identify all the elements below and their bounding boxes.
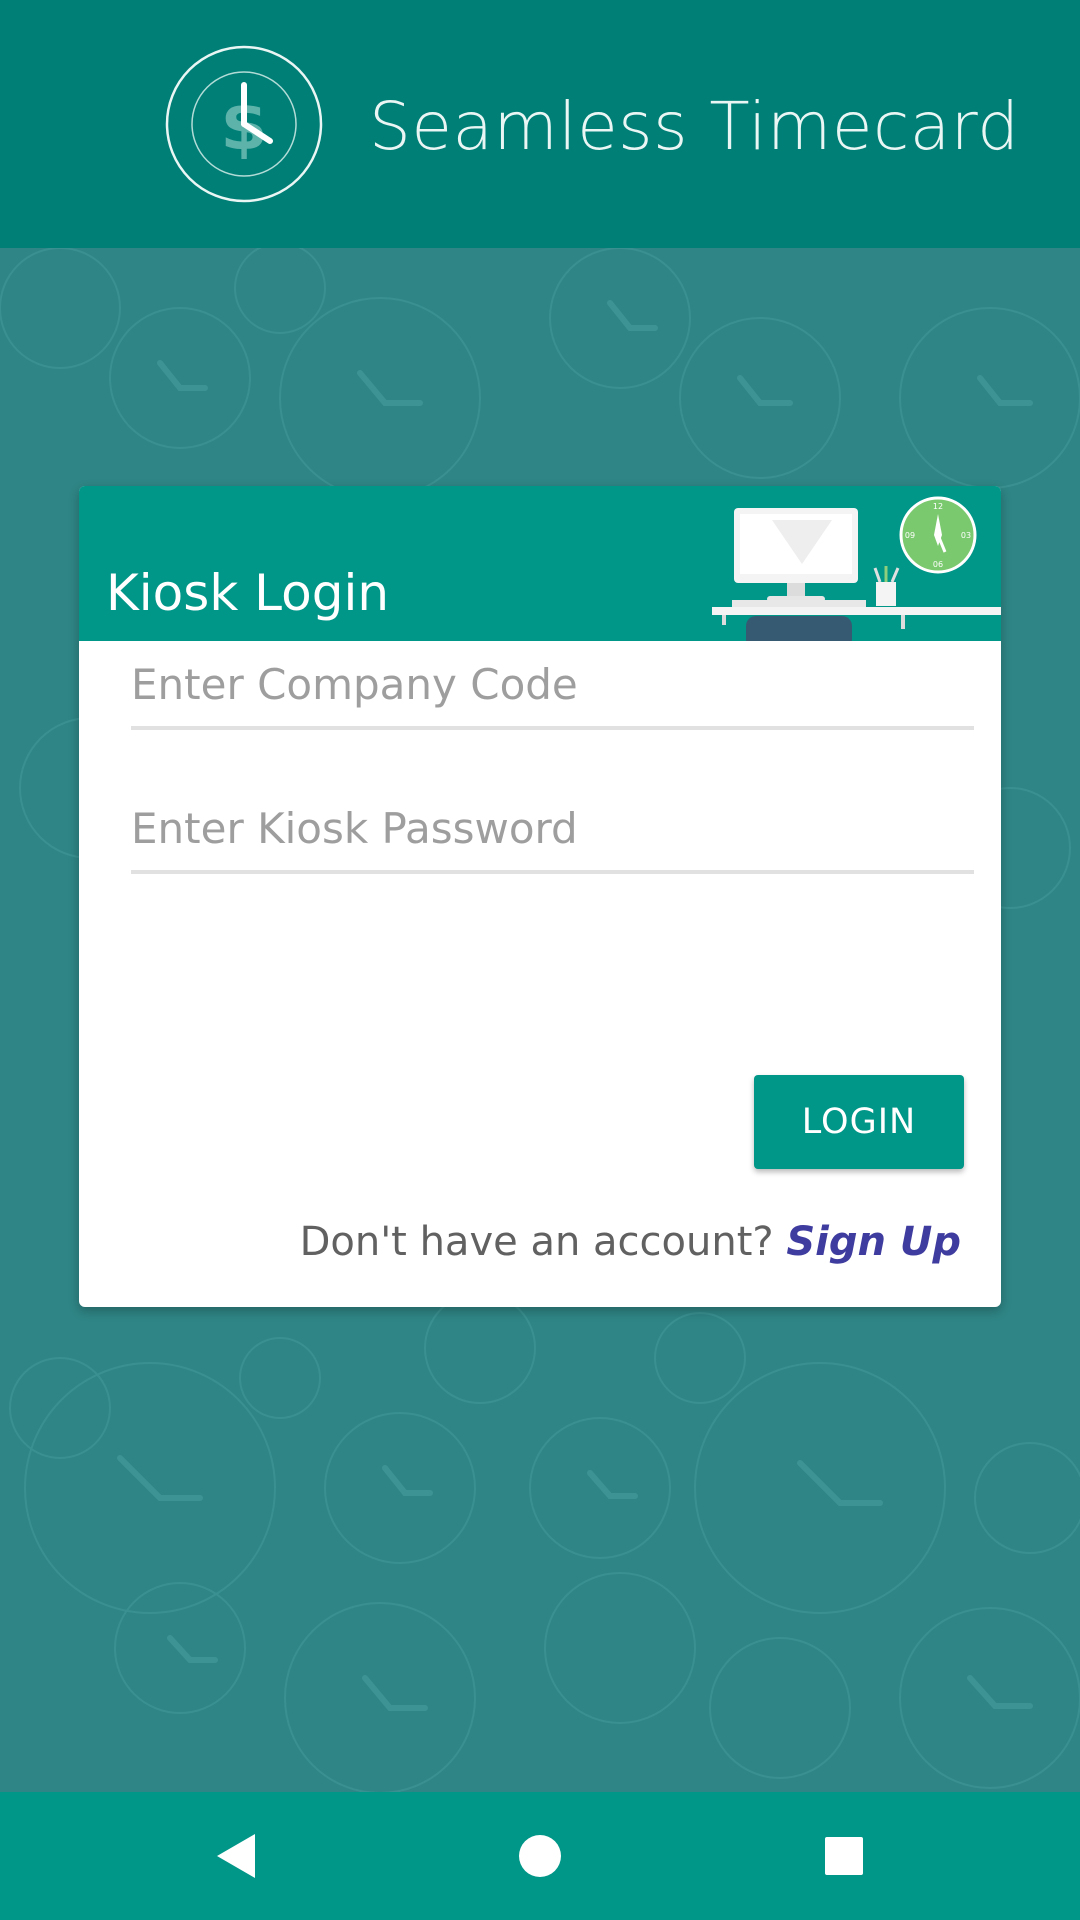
recents-square-icon[interactable] bbox=[810, 1822, 878, 1890]
clock-label-06: 06 bbox=[933, 560, 943, 569]
card-header: Kiosk Login 12 03 06 09 bbox=[79, 486, 1001, 649]
signup-prompt-text: Don't have an account? bbox=[299, 1219, 787, 1265]
kiosk-password-field bbox=[131, 790, 974, 874]
desk-illustration: 12 03 06 09 bbox=[712, 494, 1001, 649]
company-code-field bbox=[131, 646, 974, 730]
clock-label-03: 03 bbox=[961, 531, 971, 540]
kiosk-login-card: Kiosk Login 12 03 06 09 Enter Company Co… bbox=[79, 486, 1001, 1307]
system-nav-bar bbox=[0, 1792, 1080, 1920]
clock-label-12: 12 bbox=[933, 502, 943, 511]
clock-dollar-icon: $ bbox=[165, 45, 323, 203]
app-header: $ Seamless Timecard bbox=[0, 0, 1080, 248]
signup-prompt-line: Don't have an account? Sign Up bbox=[300, 1219, 961, 1265]
home-circle-icon[interactable] bbox=[506, 1822, 574, 1890]
signup-link[interactable]: Sign Up bbox=[786, 1219, 961, 1265]
company-code-input[interactable] bbox=[131, 646, 974, 722]
login-button[interactable]: LOGIN bbox=[754, 1075, 964, 1169]
app-title: Seamless Timecard bbox=[369, 88, 1020, 165]
clock-label-09: 09 bbox=[905, 531, 915, 540]
card-title: Kiosk Login bbox=[106, 564, 390, 622]
kiosk-password-input[interactable] bbox=[131, 790, 974, 866]
back-triangle-icon[interactable] bbox=[203, 1822, 271, 1890]
